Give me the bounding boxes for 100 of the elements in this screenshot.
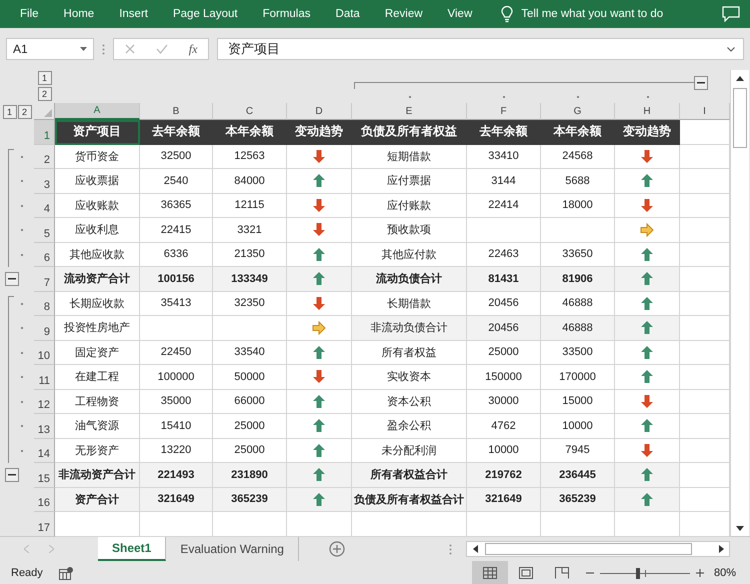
row-header[interactable]: 10 [34, 340, 55, 365]
tell-me-search[interactable]: Tell me what you want to do [521, 8, 664, 20]
macro-record-icon[interactable] [59, 566, 73, 580]
column-header[interactable]: B [140, 103, 213, 120]
menu-item[interactable]: Insert [119, 8, 148, 20]
drag-handle-icon[interactable] [102, 44, 105, 54]
sheet-tab[interactable]: Evaluation Warning [166, 537, 299, 561]
row-label: 应收账款 [55, 194, 140, 218]
menu-item[interactable]: Page Layout [172, 8, 238, 20]
table-cell: 25000 [213, 438, 287, 463]
row-label: 预收款项 [352, 218, 467, 242]
name-box[interactable]: A1 [6, 38, 94, 60]
row-label: 盈余公积 [352, 414, 467, 438]
row-header[interactable]: 6 [34, 242, 55, 267]
table-cell: 81906 [541, 267, 615, 292]
zoom-level[interactable]: 80% [714, 567, 736, 579]
row-header[interactable]: 1 [34, 120, 55, 144]
collapse-button[interactable] [5, 272, 19, 286]
table-cell: 20456 [467, 316, 541, 340]
column-header[interactable]: A [55, 103, 140, 120]
sheet-tab[interactable]: Sheet1 [98, 537, 166, 561]
vertical-scrollbar[interactable] [730, 70, 749, 536]
outline-level-button[interactable]: 1 [38, 71, 52, 85]
table-cell: 100156 [140, 267, 213, 292]
table-cell: 25000 [467, 340, 541, 365]
column-header[interactable]: C [213, 103, 287, 120]
column-header[interactable]: E [352, 103, 467, 120]
row-label: 固定资产 [55, 340, 140, 365]
menu-item[interactable]: Review [384, 8, 423, 20]
row-header[interactable]: 3 [34, 169, 55, 194]
row-header[interactable]: 16 [34, 488, 55, 512]
scroll-down-icon[interactable] [736, 526, 744, 530]
column-title: 去年余额 [467, 120, 541, 144]
row-header[interactable]: 2 [34, 144, 55, 169]
table-cell: 150000 [467, 365, 541, 390]
minus-icon [697, 82, 705, 84]
add-sheet-icon[interactable] [328, 541, 345, 557]
table-cell: 21350 [213, 242, 287, 267]
column-header[interactable]: F [467, 103, 541, 120]
collapse-button[interactable] [5, 468, 19, 482]
table-cell: 35413 [140, 292, 213, 316]
column-header[interactable]: I [680, 103, 730, 120]
row-header[interactable]: 5 [34, 218, 55, 242]
column-header[interactable]: G [541, 103, 615, 120]
collapse-button[interactable] [694, 76, 708, 90]
table-cell: 12115 [213, 194, 287, 218]
cancel-icon[interactable] [124, 44, 135, 54]
table-cell: 236445 [541, 463, 615, 488]
column-header[interactable]: D [287, 103, 352, 120]
scroll-thumb[interactable] [485, 543, 692, 555]
previous-sheet-icon[interactable] [24, 545, 29, 553]
row-header[interactable]: 8 [34, 292, 55, 316]
column-title: 变动趋势 [287, 120, 352, 144]
row-header[interactable]: 11 [34, 365, 55, 390]
row-header[interactable]: 9 [34, 316, 55, 340]
horizontal-scrollbar[interactable] [466, 541, 730, 557]
comment-icon[interactable] [722, 6, 740, 22]
column-header[interactable]: H [615, 103, 680, 120]
table-cell: 365239 [541, 488, 615, 512]
row-header[interactable]: 14 [34, 438, 55, 463]
table-cell: 15410 [140, 414, 213, 438]
row-header[interactable]: 15 [34, 463, 55, 488]
outline-level-button[interactable]: 2 [18, 104, 32, 118]
row-label: 流动资产合计 [55, 267, 140, 292]
drag-handle-icon[interactable] [449, 544, 452, 554]
row-label: 非流动资产合计 [55, 463, 140, 488]
lightbulb-icon [501, 6, 514, 22]
menu-item[interactable]: Home [64, 8, 94, 20]
scroll-left-icon[interactable] [472, 545, 478, 553]
table-cell: 18000 [541, 194, 615, 218]
menu-item[interactable]: View [448, 8, 472, 20]
table-cell: 365239 [213, 488, 287, 512]
formula-field[interactable]: 资产项目 [217, 38, 744, 60]
zoom-in-icon[interactable] [696, 569, 704, 577]
table-cell: 84000 [213, 169, 287, 194]
next-sheet-icon[interactable] [49, 545, 54, 553]
scroll-thumb[interactable] [733, 88, 747, 148]
row-label: 应收票据 [55, 169, 140, 194]
row-header[interactable]: 13 [34, 414, 55, 438]
scroll-right-icon[interactable] [718, 545, 724, 553]
insert-function-button[interactable]: fx [188, 42, 198, 56]
table-cell: 36365 [140, 194, 213, 218]
page-break-icon [554, 567, 569, 579]
menu-item[interactable]: Formulas [262, 8, 311, 20]
outline-level-button[interactable]: 1 [2, 104, 16, 118]
scroll-up-icon[interactable] [736, 76, 744, 80]
table-cell: 10000 [467, 438, 541, 463]
row-header[interactable]: 7 [34, 267, 55, 292]
chevron-down-icon[interactable] [727, 46, 735, 52]
menu-item[interactable]: Data [336, 8, 360, 20]
table-cell: 46888 [541, 292, 615, 316]
row-header[interactable]: 12 [34, 390, 55, 414]
row-header[interactable]: 4 [34, 194, 55, 218]
normal-view-button[interactable] [472, 561, 508, 584]
menu-item[interactable]: File [20, 8, 39, 20]
triangle-icon [44, 109, 52, 117]
select-all-button[interactable] [34, 103, 55, 120]
row-label: 未分配利润 [352, 438, 467, 463]
outline-level-button[interactable]: 2 [38, 87, 52, 101]
check-icon[interactable] [156, 44, 168, 54]
